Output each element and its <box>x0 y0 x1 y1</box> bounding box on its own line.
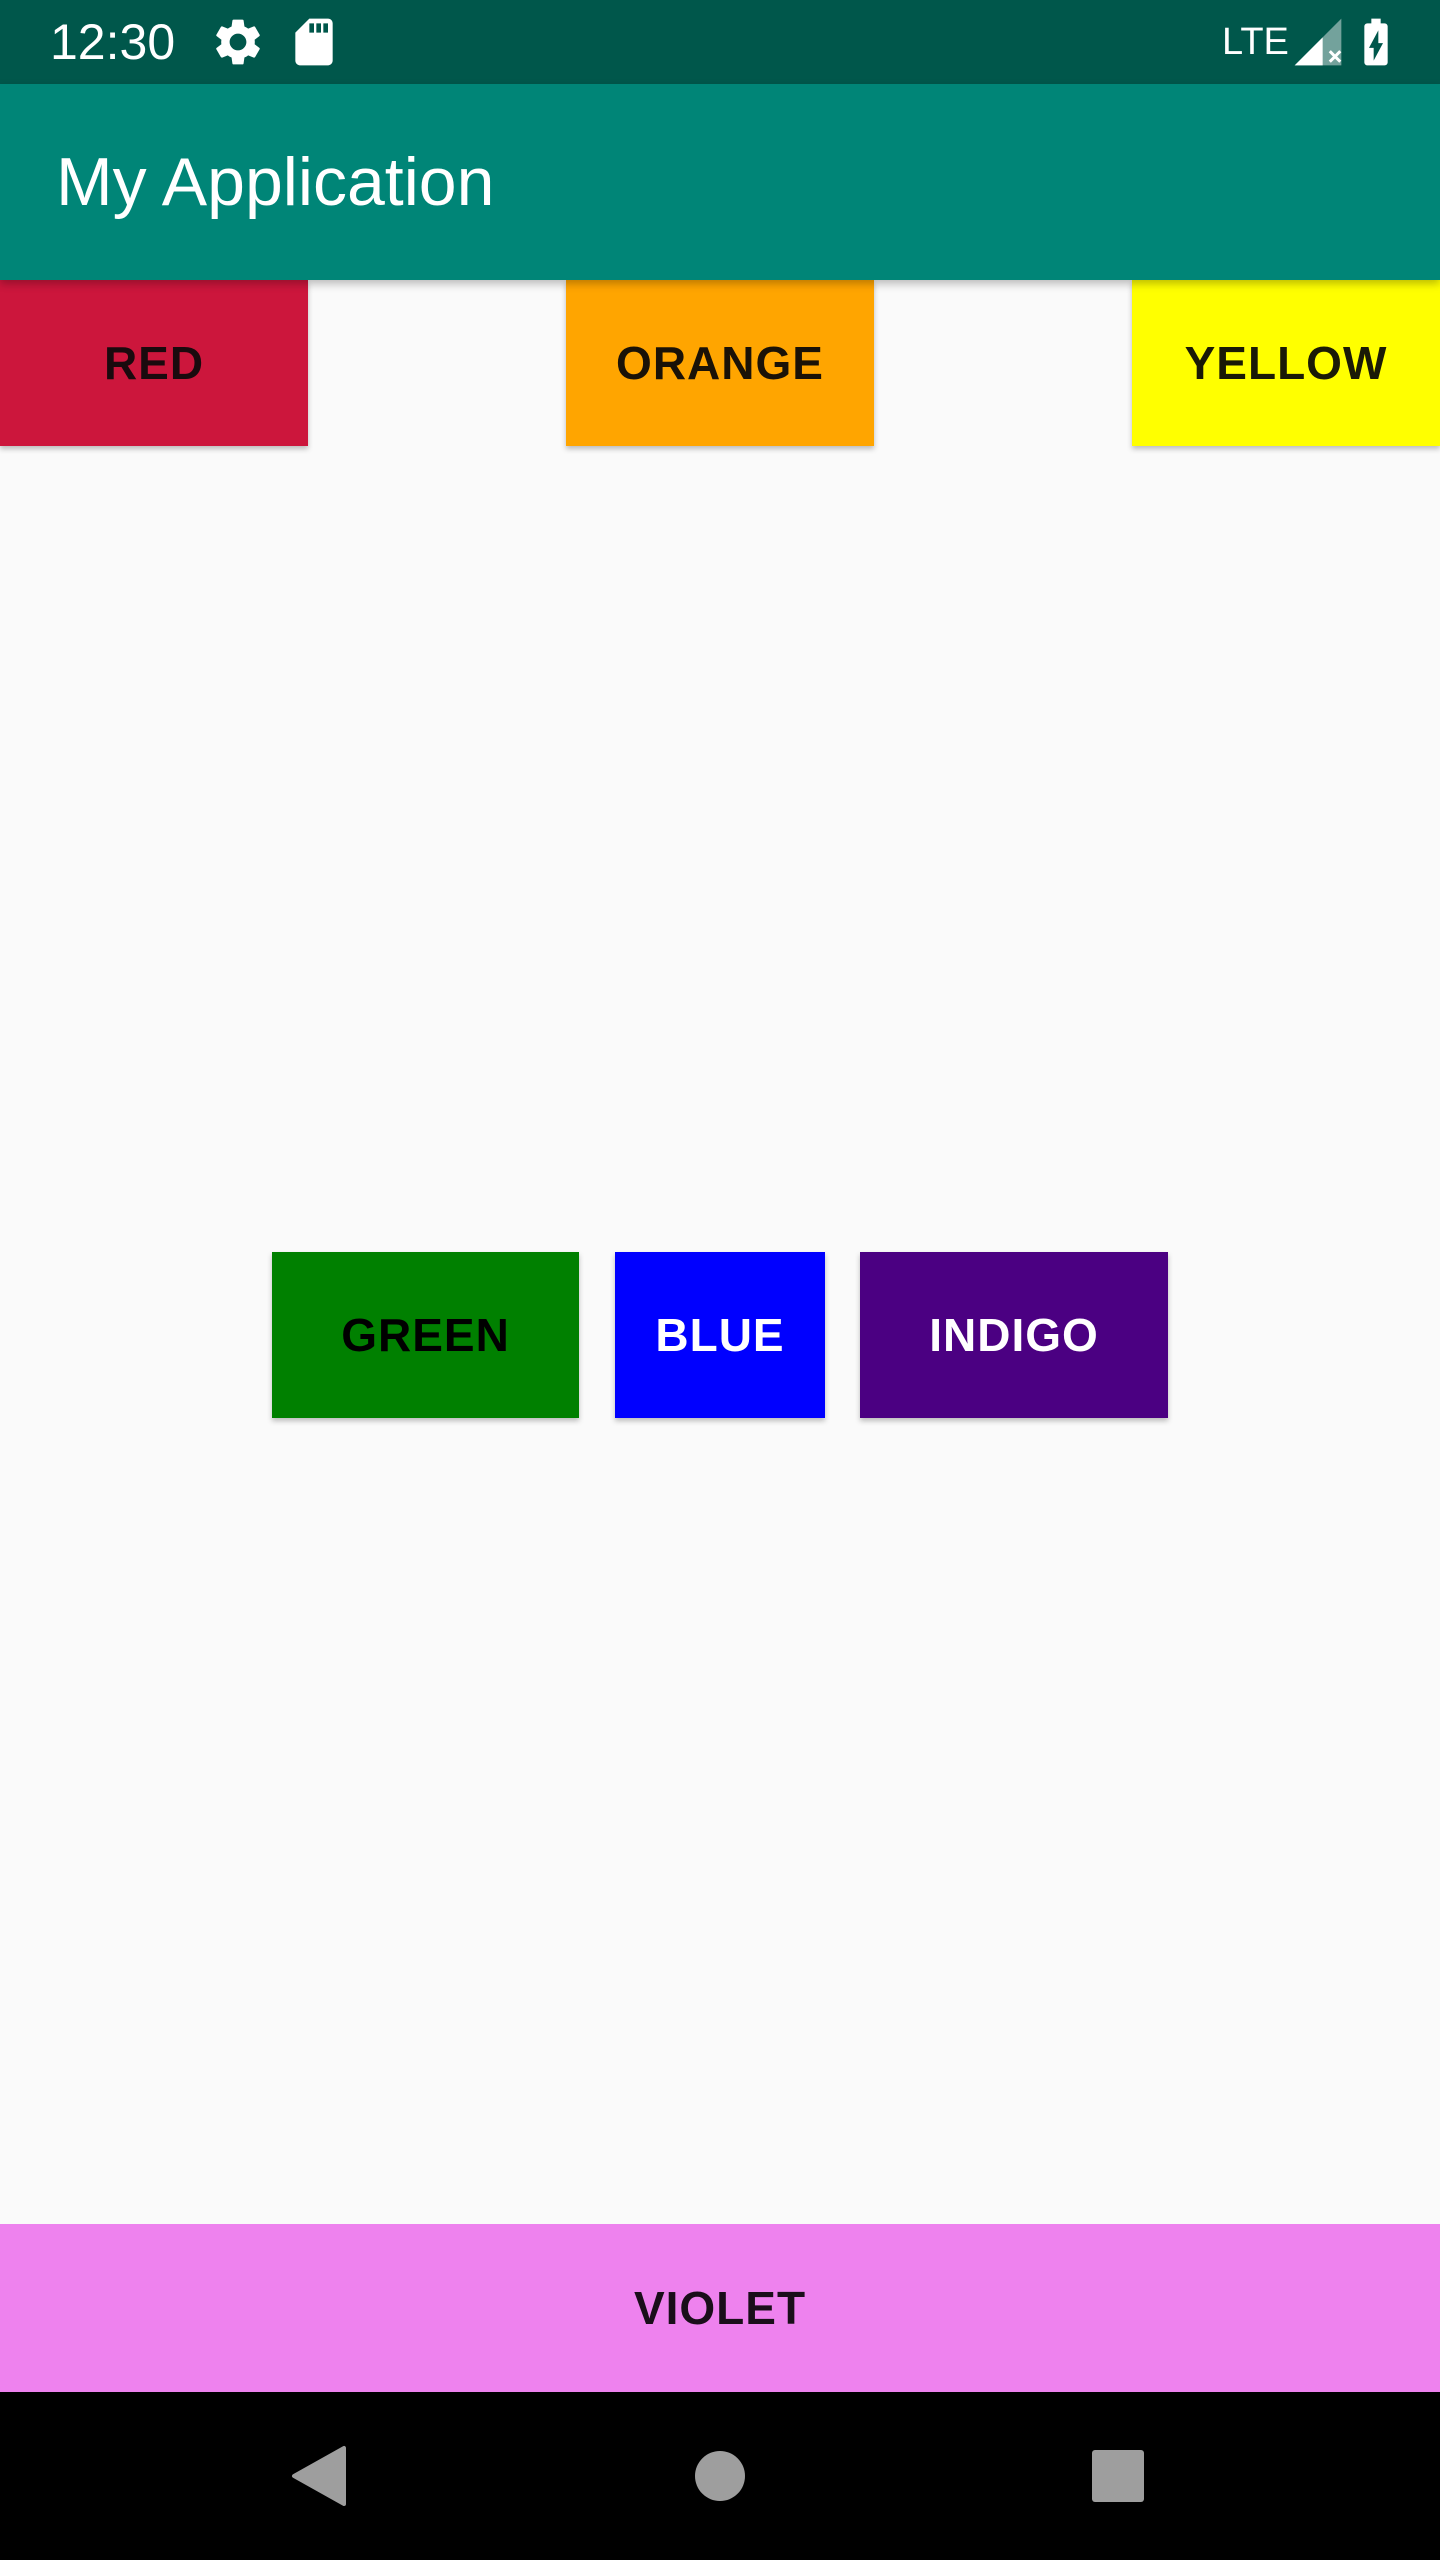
battery-charging-icon <box>1348 14 1404 70</box>
sd-card-icon <box>286 14 342 70</box>
red-button[interactable]: RED <box>0 280 308 446</box>
orange-button[interactable]: ORANGE <box>566 280 874 446</box>
navigation-bar <box>0 2392 1440 2560</box>
content-area: RED ORANGE YELLOW GREEN BLUE INDIGO VIOL… <box>0 280 1440 2392</box>
green-button[interactable]: GREEN <box>272 1252 579 1418</box>
back-icon[interactable] <box>270 2428 366 2524</box>
signal-icon <box>1290 14 1346 70</box>
indigo-button[interactable]: INDIGO <box>860 1252 1168 1418</box>
network-type: LTE <box>1222 21 1289 63</box>
blue-button[interactable]: BLUE <box>615 1252 825 1418</box>
violet-button[interactable]: VIOLET <box>0 2224 1440 2392</box>
settings-icon <box>210 14 266 70</box>
yellow-button[interactable]: YELLOW <box>1132 280 1440 446</box>
app-bar: My Application <box>0 84 1440 280</box>
recents-icon[interactable] <box>1070 2428 1166 2524</box>
status-time: 12:30 <box>50 14 176 70</box>
app-title: My Application <box>56 144 495 220</box>
home-icon[interactable] <box>672 2428 768 2524</box>
status-bar: 12:30 LTE <box>0 0 1440 84</box>
